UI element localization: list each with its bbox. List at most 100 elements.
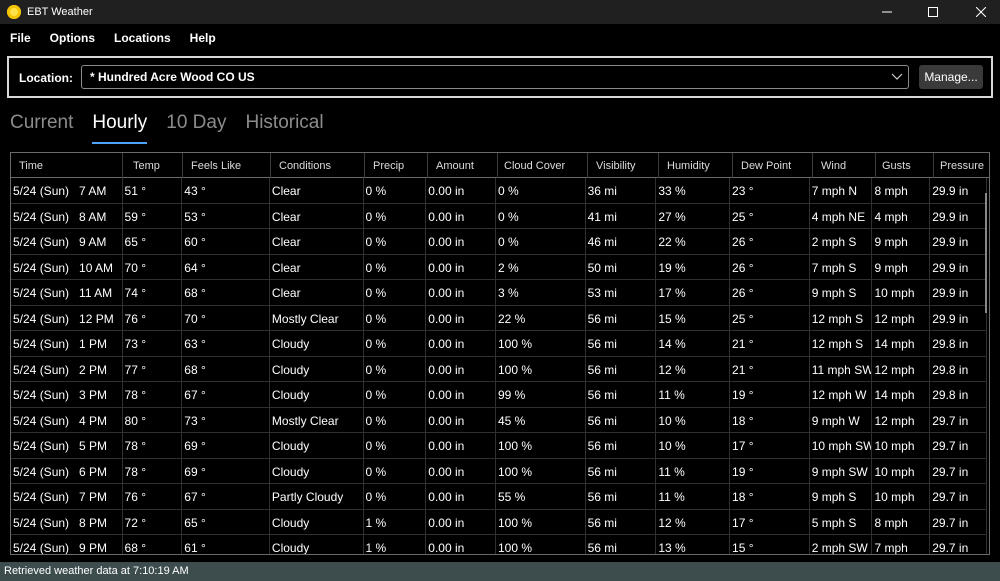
cell-gusts: 7 mph: [872, 535, 931, 554]
close-icon[interactable]: [962, 0, 1000, 24]
column-header-humidity[interactable]: Humidity: [659, 153, 733, 178]
cell-temp: 76 °: [123, 484, 183, 509]
table-row[interactable]: 5/24 (Sun) 2 PM 77 ° 68 ° Cloudy 0 % 0.00 in 1…: [11, 356, 987, 382]
table-row[interactable]: 5/24 (Sun) 4 PM 80 ° 73 ° Mostly Clear 0 % 0.…: [11, 407, 987, 433]
column-header-visibility[interactable]: Visibility: [588, 153, 659, 178]
cell-time: 5/24 (Sun) 4 PM: [11, 407, 123, 432]
column-header-temp[interactable]: Temp: [123, 153, 183, 178]
cell-precip: 1 %: [364, 509, 427, 534]
column-header-cloud-cover[interactable]: Cloud Cover: [498, 153, 588, 178]
cell-pressure: 29.7 in: [930, 509, 987, 534]
table-row[interactable]: 5/24 (Sun) 8 PM 72 ° 65 ° Cloudy 1 % 0.00 in 1…: [11, 509, 987, 535]
column-header-dew-point[interactable]: Dew Point: [733, 153, 813, 178]
cell-amount: 0.00 in: [426, 331, 496, 356]
hourly-table[interactable]: Time Temp Feels Like Conditions Precip Amount…: [10, 152, 990, 555]
table-row[interactable]: 5/24 (Sun) 8 AM 59 ° 53 ° Clear 0 % 0.00 in 0 …: [11, 203, 987, 229]
cell-gusts: 10 mph: [872, 458, 931, 483]
cell-cloud-cover: 45 %: [496, 407, 586, 432]
cell-temp: 73 °: [123, 331, 183, 356]
table-row[interactable]: 5/24 (Sun) 7 PM 76 ° 67 ° Partly Cloudy 0 % 0…: [11, 484, 987, 510]
location-value: * Hundred Acre Wood CO US: [90, 70, 255, 84]
menu-locations[interactable]: Locations: [107, 31, 178, 45]
cell-feels-like: 60 °: [182, 229, 270, 254]
status-bar: Retrieved weather data at 7:10:19 AM: [0, 562, 1000, 581]
table-row[interactable]: 5/24 (Sun) 12 PM 76 ° 70 ° Mostly Clear 0 % 0…: [11, 305, 987, 331]
cell-precip: 0 %: [364, 178, 427, 203]
column-header-time[interactable]: Time: [11, 153, 123, 178]
column-header-feels-like[interactable]: Feels Like: [183, 153, 271, 178]
cell-dew-point: 25 °: [730, 203, 810, 228]
cell-conditions: Mostly Clear: [270, 305, 364, 330]
column-header-wind[interactable]: Wind: [813, 153, 876, 178]
cell-temp: 80 °: [123, 407, 183, 432]
cell-visibility: 56 mi: [586, 484, 657, 509]
cell-cloud-cover: 100 %: [496, 331, 586, 356]
column-header-pressure[interactable]: Pressure: [934, 153, 989, 178]
cell-time: 5/24 (Sun) 8 PM: [11, 509, 123, 534]
cell-time: 5/24 (Sun) 9 AM: [11, 229, 123, 254]
tab-10-day[interactable]: 10 Day: [166, 112, 226, 142]
column-header-amount[interactable]: Amount: [428, 153, 498, 178]
cell-cloud-cover: 0 %: [496, 203, 586, 228]
title-bar: EBT Weather: [0, 0, 1000, 24]
column-header-conditions[interactable]: Conditions: [271, 153, 365, 178]
tab-hourly[interactable]: Hourly: [92, 112, 147, 144]
cell-visibility: 56 mi: [586, 535, 657, 554]
cell-pressure: 29.9 in: [930, 229, 987, 254]
cell-precip: 0 %: [364, 305, 427, 330]
menu-help[interactable]: Help: [183, 31, 223, 45]
cell-humidity: 11 %: [656, 458, 731, 483]
column-header-gusts[interactable]: Gusts: [876, 153, 934, 178]
cell-amount: 0.00 in: [426, 254, 496, 279]
column-header-precip[interactable]: Precip: [365, 153, 428, 178]
cell-pressure: 29.8 in: [930, 356, 987, 381]
maximize-icon[interactable]: [904, 0, 962, 24]
cell-gusts: 8 mph: [872, 178, 931, 203]
cell-precip: 0 %: [364, 280, 427, 305]
cell-dew-point: 26 °: [730, 254, 810, 279]
cell-wind: 2 mph S: [810, 229, 873, 254]
table-row[interactable]: 5/24 (Sun) 5 PM 78 ° 69 ° Cloudy 0 % 0.00 in 1…: [11, 433, 987, 459]
vertical-scrollbar[interactable]: [985, 193, 987, 313]
tab-historical[interactable]: Historical: [245, 112, 323, 142]
cell-feels-like: 67 °: [182, 484, 270, 509]
cell-temp: 78 °: [123, 382, 183, 407]
cell-cloud-cover: 100 %: [496, 356, 586, 381]
table-row[interactable]: 5/24 (Sun) 6 PM 78 ° 69 ° Cloudy 0 % 0.00 in 1…: [11, 458, 987, 484]
cell-humidity: 17 %: [656, 280, 731, 305]
cell-humidity: 15 %: [656, 305, 731, 330]
cell-precip: 0 %: [364, 203, 427, 228]
table-row[interactable]: 5/24 (Sun) 10 AM 70 ° 64 ° Clear 0 % 0.00 in 2…: [11, 254, 987, 280]
cell-pressure: 29.9 in: [930, 203, 987, 228]
cell-amount: 0.00 in: [426, 178, 496, 203]
cell-time: 5/24 (Sun) 11 AM: [11, 280, 123, 305]
table-row[interactable]: 5/24 (Sun) 9 PM 68 ° 61 ° Cloudy 1 % 0.00 in 1…: [11, 535, 987, 554]
cell-conditions: Clear: [270, 203, 364, 228]
table-row[interactable]: 5/24 (Sun) 7 AM 51 ° 43 ° Clear 0 % 0.00 in 0 …: [11, 178, 987, 204]
table-row[interactable]: 5/24 (Sun) 3 PM 78 ° 67 ° Cloudy 0 % 0.00 in 9…: [11, 382, 987, 408]
cell-visibility: 46 mi: [586, 229, 657, 254]
cell-wind: 9 mph S: [810, 280, 873, 305]
tab-current[interactable]: Current: [10, 112, 73, 142]
table-row[interactable]: 5/24 (Sun) 9 AM 65 ° 60 ° Clear 0 % 0.00 in 0 …: [11, 229, 987, 255]
location-dropdown[interactable]: * Hundred Acre Wood CO US: [81, 65, 909, 89]
cell-precip: 0 %: [364, 458, 427, 483]
cell-amount: 0.00 in: [426, 535, 496, 554]
table-row[interactable]: 5/24 (Sun) 11 AM 74 ° 68 ° Clear 0 % 0.00 in 3…: [11, 280, 987, 306]
cell-amount: 0.00 in: [426, 356, 496, 381]
manage-button[interactable]: Manage...: [919, 65, 983, 89]
cell-wind: 5 mph S: [810, 509, 873, 534]
menu-options[interactable]: Options: [43, 31, 102, 45]
cell-temp: 76 °: [123, 305, 183, 330]
minimize-icon[interactable]: [870, 0, 904, 24]
cell-dew-point: 26 °: [730, 229, 810, 254]
cell-wind: 7 mph S: [810, 254, 873, 279]
table-row[interactable]: 5/24 (Sun) 1 PM 73 ° 63 ° Cloudy 0 % 0.00 in 1…: [11, 331, 987, 357]
cell-wind: 11 mph SW: [810, 356, 873, 381]
cell-wind: 12 mph S: [810, 331, 873, 356]
menu-file[interactable]: File: [3, 31, 38, 45]
cell-visibility: 53 mi: [586, 280, 657, 305]
cell-gusts: 14 mph: [872, 331, 931, 356]
cell-dew-point: 21 °: [730, 331, 810, 356]
cell-cloud-cover: 99 %: [496, 382, 586, 407]
